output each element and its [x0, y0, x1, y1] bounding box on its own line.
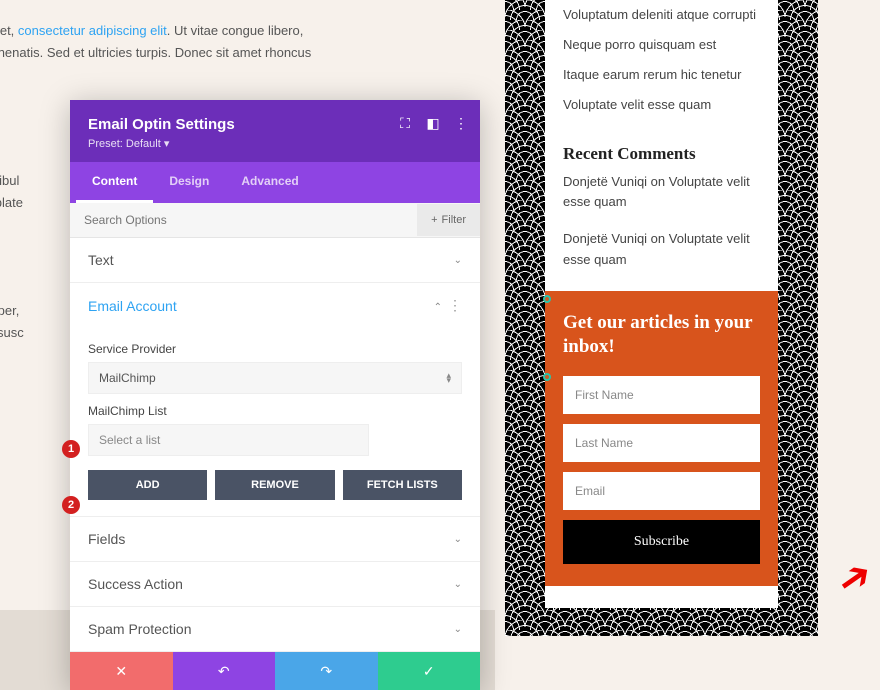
- annotation-badge-1: 1: [62, 440, 80, 458]
- annotation-badge-2: 2: [62, 496, 80, 514]
- chevron-up-icon: ⌃: [434, 302, 442, 313]
- chevron-down-icon: ⌄: [454, 534, 462, 545]
- redo-icon: ↷: [320, 663, 332, 680]
- mailchimp-list-select[interactable]: Select a list: [88, 424, 369, 456]
- edit-handle-icon[interactable]: [543, 295, 551, 303]
- columns-icon[interactable]: ◧: [426, 116, 440, 130]
- section-email-account[interactable]: Email Account ⌃⋮: [70, 283, 480, 328]
- remove-button[interactable]: REMOVE: [215, 470, 334, 500]
- fetch-lists-button[interactable]: FETCH LISTS: [343, 470, 462, 500]
- check-icon: ✓: [423, 663, 435, 680]
- undo-icon: ↶: [218, 663, 230, 680]
- email-field[interactable]: [563, 472, 760, 510]
- tab-advanced[interactable]: Advanced: [225, 162, 314, 203]
- search-row: +Filter: [70, 203, 480, 238]
- sidebar-preview: Voluptatum deleniti atque corrupti Neque…: [505, 0, 818, 636]
- page-body-text: or sit amet, consectetur adipiscing elit…: [0, 20, 350, 64]
- cancel-button[interactable]: ✕: [70, 652, 173, 690]
- expand-icon[interactable]: ⛶: [398, 116, 412, 130]
- chevron-down-icon: ⌄: [454, 579, 462, 590]
- chevron-down-icon: ⌄: [454, 624, 462, 635]
- sidebar-content: Voluptatum deleniti atque corrupti Neque…: [545, 0, 778, 608]
- section-more-icon[interactable]: ⋮: [448, 297, 462, 313]
- sidebar-post-list: Voluptatum deleniti atque corrupti Neque…: [545, 0, 778, 130]
- undo-button[interactable]: ↶: [173, 652, 276, 690]
- annotation-arrow-icon: ➔: [828, 550, 880, 607]
- panel-footer: ✕ ↶ ↷ ✓: [70, 652, 480, 690]
- panel-header[interactable]: Email Optin Settings Preset: Default ▾ ⛶…: [70, 100, 480, 162]
- last-name-field[interactable]: [563, 424, 760, 462]
- list-item[interactable]: Voluptate velit esse quam: [563, 90, 760, 120]
- first-name-field[interactable]: [563, 376, 760, 414]
- email-optin-settings-panel: Email Optin Settings Preset: Default ▾ ⛶…: [70, 100, 480, 690]
- service-provider-label: Service Provider: [88, 342, 462, 356]
- email-optin-module[interactable]: Get our articles in your inbox! Subscrib…: [545, 291, 778, 586]
- comment-item[interactable]: Donjetë Vuniqi on Voluptate velit esse q…: [545, 229, 778, 271]
- mailchimp-list-label: MailChimp List: [88, 404, 462, 418]
- redo-button[interactable]: ↷: [275, 652, 378, 690]
- add-button[interactable]: ADD: [88, 470, 207, 500]
- section-text[interactable]: Text ⌄: [70, 238, 480, 282]
- tab-content[interactable]: Content: [76, 162, 153, 203]
- body-link[interactable]: consectetur adipiscing elit: [18, 23, 167, 38]
- list-item[interactable]: Neque porro quisquam est: [563, 30, 760, 60]
- filter-button[interactable]: +Filter: [417, 204, 480, 236]
- comment-item[interactable]: Donjetë Vuniqi on Voluptate velit esse q…: [545, 172, 778, 214]
- section-fields[interactable]: Fields ⌄: [70, 517, 480, 561]
- email-account-body: Service Provider MailChimp ▴▾ MailChimp …: [70, 328, 480, 516]
- search-input[interactable]: [70, 203, 417, 237]
- section-success-action[interactable]: Success Action ⌄: [70, 562, 480, 606]
- list-item[interactable]: Itaque earum rerum hic tenetur: [563, 60, 760, 90]
- plus-icon: +: [431, 214, 437, 226]
- close-icon: ✕: [115, 663, 127, 680]
- preset-dropdown[interactable]: Preset: Default ▾: [88, 137, 462, 150]
- recent-comments-heading: Recent Comments: [545, 130, 778, 172]
- panel-tabs: Content Design Advanced: [70, 162, 480, 203]
- subscribe-button[interactable]: Subscribe: [563, 520, 760, 564]
- optin-title: Get our articles in your inbox!: [563, 311, 760, 360]
- chevron-down-icon: ⌄: [454, 255, 462, 266]
- tab-design[interactable]: Design: [153, 162, 225, 203]
- list-item[interactable]: Voluptatum deleniti atque corrupti: [563, 0, 760, 30]
- save-button[interactable]: ✓: [378, 652, 481, 690]
- select-arrows-icon: ▴▾: [446, 373, 451, 383]
- section-spam-protection[interactable]: Spam Protection ⌄: [70, 607, 480, 651]
- more-icon[interactable]: ⋮: [454, 116, 468, 130]
- edit-handle-icon[interactable]: [543, 373, 551, 381]
- service-provider-select[interactable]: MailChimp ▴▾: [88, 362, 462, 394]
